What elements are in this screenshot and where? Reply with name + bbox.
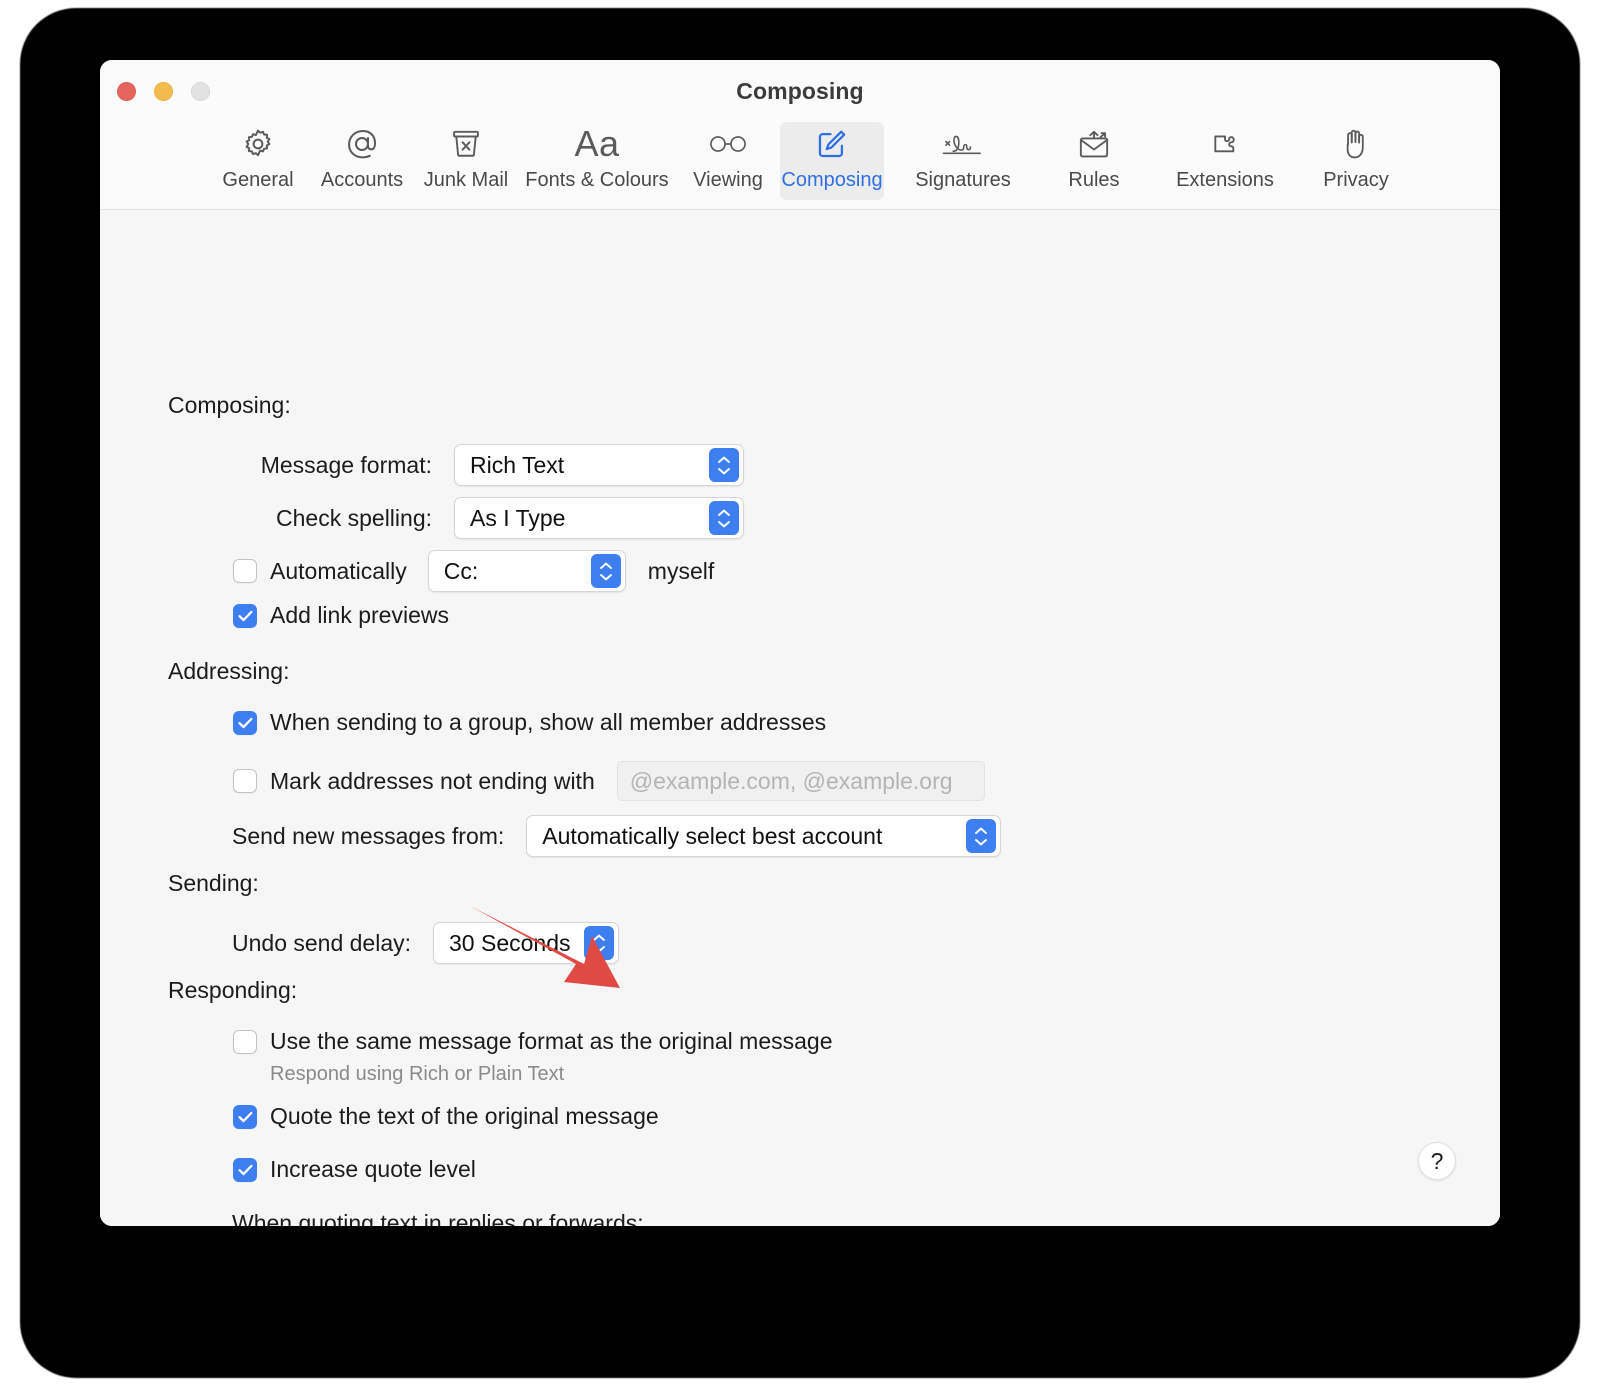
mark-addresses-row: Mark addresses not ending with @example.… bbox=[233, 761, 985, 801]
chevron-updown-icon bbox=[709, 448, 739, 482]
add-link-previews-label: Add link previews bbox=[270, 602, 449, 628]
tab-signatures[interactable]: Signatures bbox=[884, 122, 1042, 200]
preferences-content: Composing: Message format: Rich Text Che… bbox=[100, 210, 1500, 1226]
send-from-label: Send new messages from: bbox=[232, 822, 505, 849]
composing-group-heading: Composing: bbox=[168, 392, 291, 418]
puzzle-piece-icon bbox=[1207, 124, 1243, 164]
automatically-cc-prefix: Automatically bbox=[270, 557, 407, 584]
same-format-row: Use the same message format as the origi… bbox=[233, 1028, 833, 1055]
show-group-members-row: When sending to a group, show all member… bbox=[233, 709, 826, 736]
check-spelling-label: Check spelling: bbox=[276, 504, 432, 531]
message-format-value: Rich Text bbox=[470, 451, 565, 478]
add-link-previews-checkbox[interactable] bbox=[233, 603, 257, 628]
window-title: Composing bbox=[736, 78, 864, 104]
automatically-cc-checkbox[interactable] bbox=[233, 559, 257, 583]
message-format-label: Message format: bbox=[260, 451, 432, 478]
mark-addresses-label: Mark addresses not ending with bbox=[270, 767, 595, 794]
automatically-cc-popup[interactable]: Cc: bbox=[427, 550, 626, 592]
tab-signatures-label: Signatures bbox=[915, 169, 1011, 191]
tab-accounts-label: Accounts bbox=[320, 169, 404, 191]
tab-rules-label: Rules bbox=[1068, 169, 1120, 191]
mark-addresses-checkbox[interactable] bbox=[233, 769, 257, 793]
mark-addresses-input[interactable]: @example.com, @example.org bbox=[616, 761, 985, 801]
mark-addresses-placeholder: @example.com, @example.org bbox=[629, 767, 953, 794]
glasses-icon bbox=[708, 124, 748, 164]
send-from-popup[interactable]: Automatically select best account bbox=[526, 815, 1002, 857]
send-from-row: Send new messages from: Automatically se… bbox=[232, 815, 1002, 857]
chevron-updown-icon bbox=[590, 554, 621, 588]
automatically-cc-value: Cc: bbox=[443, 557, 479, 584]
chevron-updown-icon bbox=[584, 926, 615, 960]
tab-general[interactable]: General bbox=[206, 122, 310, 200]
tab-composing-label: Composing bbox=[781, 169, 883, 191]
tab-fonts-colours-label: Fonts & Colours bbox=[525, 169, 669, 191]
increase-quote-checkbox[interactable] bbox=[233, 1157, 257, 1182]
same-format-note: Respond using Rich or Plain Text bbox=[270, 1063, 565, 1085]
message-format-row: Message format: Rich Text bbox=[232, 444, 744, 486]
show-group-members-label: When sending to a group, show all member… bbox=[270, 709, 827, 735]
tab-extensions-label: Extensions bbox=[1176, 169, 1274, 191]
quote-text-label: Quote the text of the original message bbox=[270, 1103, 659, 1129]
automatically-cc-suffix: myself bbox=[647, 557, 715, 584]
undo-send-delay-value: 30 Seconds bbox=[449, 929, 571, 956]
quoting-subheading: When quoting text in replies or forwards… bbox=[232, 1210, 644, 1226]
tab-junk-mail[interactable]: Junk Mail bbox=[414, 122, 518, 200]
preferences-toolbar: General Accounts Junk Mail Aa Fonts & Co… bbox=[100, 122, 1500, 210]
preferences-window: Composing General Accounts Junk Mail Aa … bbox=[100, 60, 1500, 1226]
tab-junk-mail-label: Junk Mail bbox=[423, 169, 509, 191]
add-link-previews-row: Add link previews bbox=[233, 602, 449, 629]
same-format-checkbox[interactable] bbox=[233, 1029, 257, 1054]
sending-group-heading: Sending: bbox=[168, 870, 259, 896]
tab-rules[interactable]: Rules bbox=[1042, 122, 1146, 200]
quote-text-row: Quote the text of the original message bbox=[233, 1103, 659, 1130]
signature-icon bbox=[941, 124, 985, 164]
message-format-popup[interactable]: Rich Text bbox=[454, 444, 744, 486]
envelope-arrows-icon bbox=[1076, 124, 1112, 164]
help-button[interactable]: ? bbox=[1418, 1142, 1456, 1180]
undo-send-delay-row: Undo send delay: 30 Seconds bbox=[232, 922, 620, 964]
send-from-value: Automatically select best account bbox=[542, 822, 883, 849]
tab-fonts-colours[interactable]: Aa Fonts & Colours bbox=[518, 122, 676, 200]
compose-pencil-icon bbox=[815, 124, 849, 164]
chevron-updown-icon bbox=[709, 501, 739, 535]
increase-quote-label: Increase quote level bbox=[270, 1156, 476, 1182]
show-group-members-checkbox[interactable] bbox=[233, 710, 257, 735]
chevron-updown-icon bbox=[966, 819, 997, 853]
tab-general-label: General bbox=[222, 169, 294, 191]
check-spelling-value: As I Type bbox=[470, 504, 566, 531]
responding-group-heading: Responding: bbox=[168, 977, 298, 1003]
increase-quote-row: Increase quote level bbox=[233, 1156, 476, 1183]
at-sign-icon bbox=[344, 124, 380, 164]
check-spelling-row: Check spelling: As I Type bbox=[232, 497, 744, 539]
undo-send-delay-label: Undo send delay: bbox=[232, 929, 412, 956]
addressing-group-heading: Addressing: bbox=[168, 658, 290, 684]
trash-x-icon bbox=[449, 124, 483, 164]
raised-hand-icon bbox=[1340, 124, 1372, 164]
tab-extensions[interactable]: Extensions bbox=[1146, 122, 1304, 200]
tab-viewing-label: Viewing bbox=[693, 169, 763, 191]
undo-send-delay-popup[interactable]: 30 Seconds bbox=[433, 922, 620, 964]
quote-text-checkbox[interactable] bbox=[233, 1104, 257, 1129]
window-titlebar: Composing bbox=[100, 60, 1500, 122]
tab-composing[interactable]: Composing bbox=[780, 122, 884, 200]
gear-icon bbox=[241, 124, 275, 164]
tab-viewing[interactable]: Viewing bbox=[676, 122, 780, 200]
same-format-label: Use the same message format as the origi… bbox=[270, 1028, 833, 1054]
check-spelling-popup[interactable]: As I Type bbox=[454, 497, 744, 539]
automatically-cc-row: Automatically Cc: myself bbox=[233, 550, 714, 592]
tab-accounts[interactable]: Accounts bbox=[310, 122, 414, 200]
tab-privacy[interactable]: Privacy bbox=[1304, 122, 1408, 200]
font-aa-icon: Aa bbox=[574, 123, 620, 164]
tab-privacy-label: Privacy bbox=[1323, 169, 1389, 191]
